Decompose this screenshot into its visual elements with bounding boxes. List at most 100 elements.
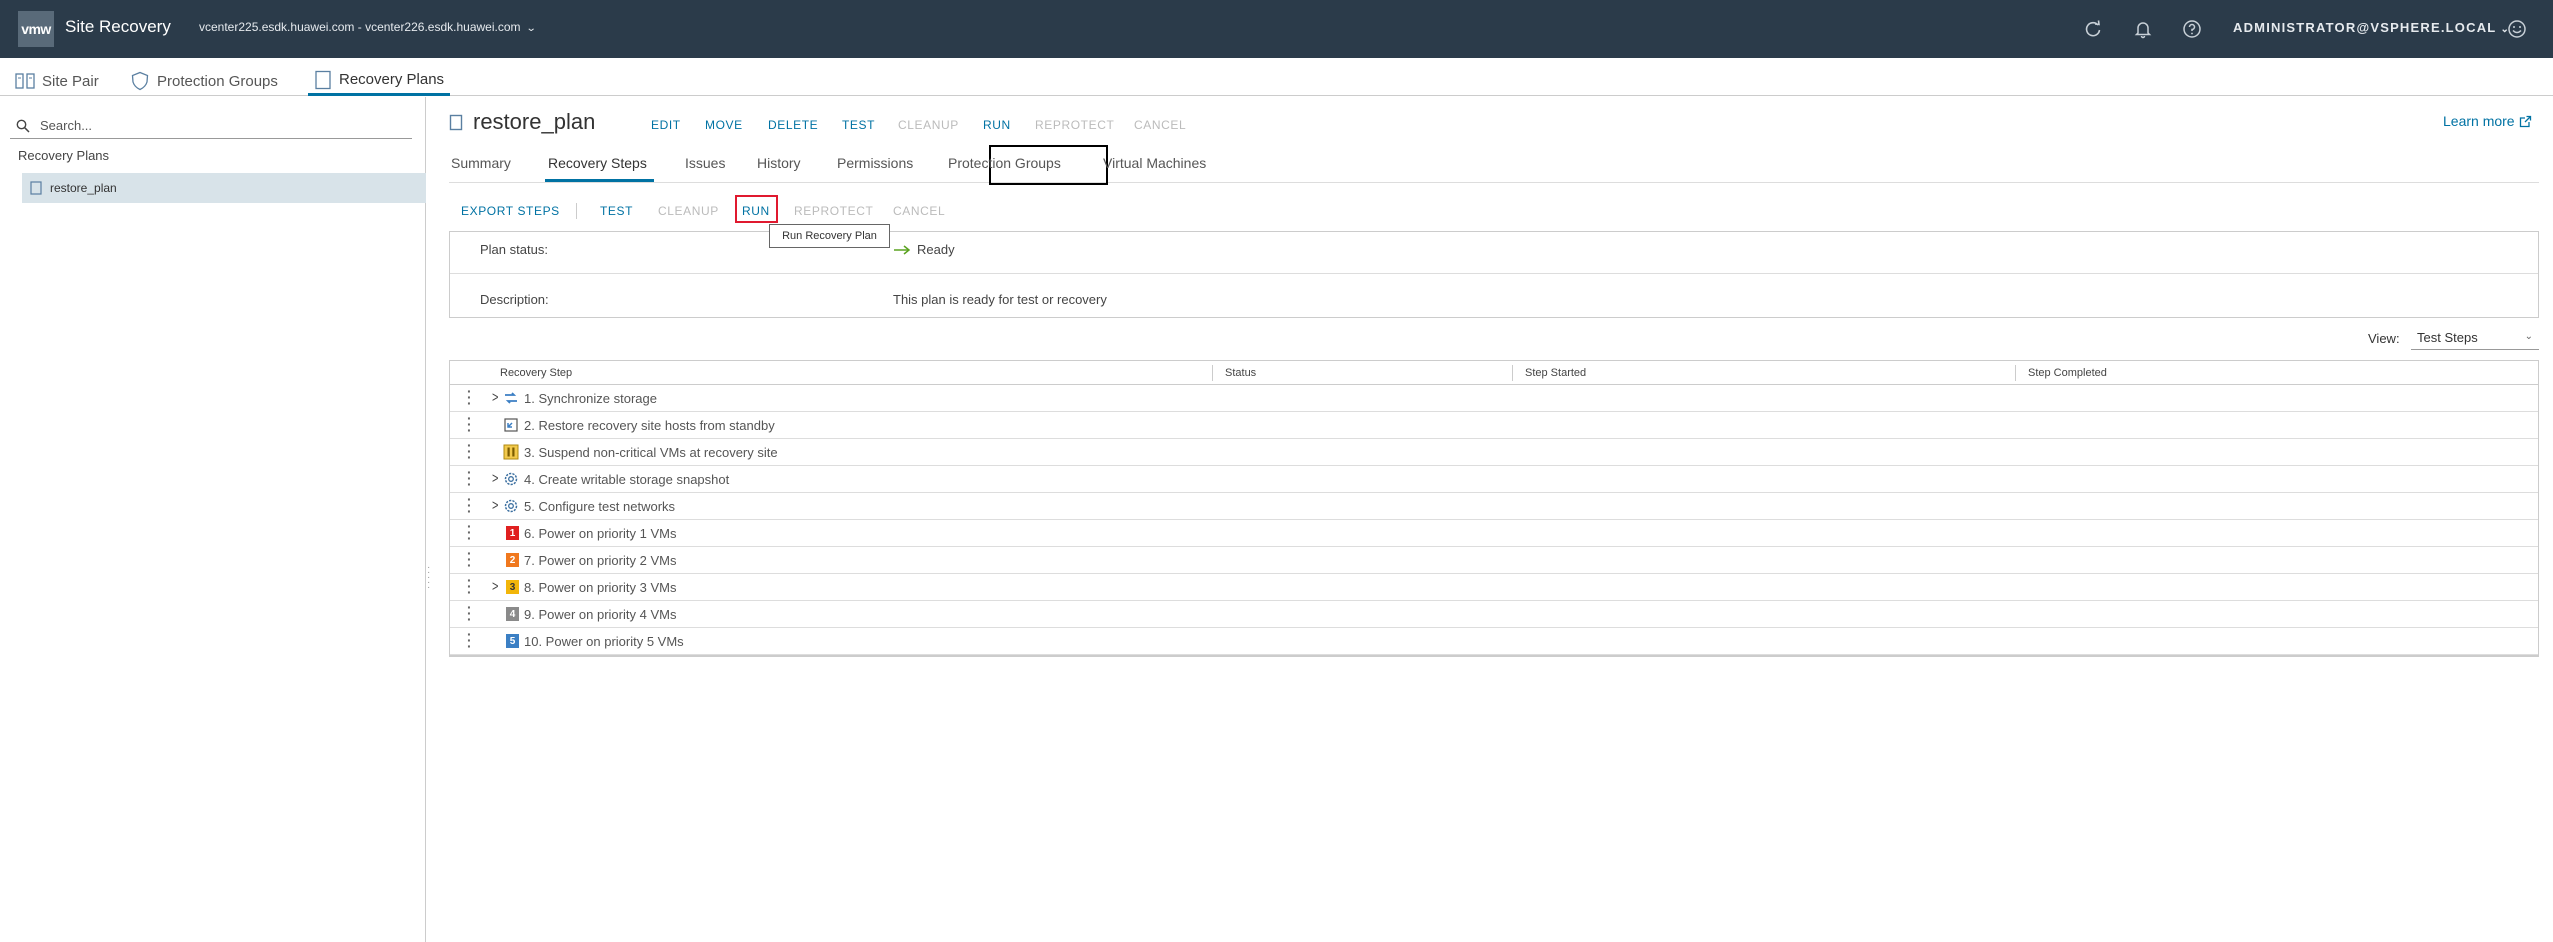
tab-recovery-steps[interactable]: Recovery Steps (548, 155, 647, 171)
description-value: This plan is ready for test or recovery (893, 292, 1107, 307)
table-row[interactable]: · · · 5 10. Power on priority 5 VMs (450, 627, 2538, 655)
priority-5-icon: 5 (506, 634, 519, 648)
row-actions-icon[interactable]: · · · (467, 411, 472, 437)
column-header-step-completed[interactable]: Step Completed (2028, 367, 2107, 379)
search-input[interactable]: Search... (40, 118, 92, 133)
panel-divider (450, 273, 2538, 274)
expand-chevron-icon[interactable]: > (492, 390, 498, 406)
column-header-recovery-step[interactable]: Recovery Step (500, 367, 572, 379)
delete-button[interactable]: DELETE (768, 118, 818, 132)
main-nav: Site Pair Protection Groups Recovery Pla… (0, 58, 2553, 96)
tab-recovery-plans-label: Recovery Plans (339, 71, 445, 88)
table-row[interactable]: · · · 4 9. Power on priority 4 VMs (450, 600, 2538, 628)
tab-site-pair[interactable]: Site Pair (15, 66, 99, 96)
toolbar-cleanup-button[interactable]: CLEANUP (658, 204, 719, 218)
run-tooltip: Run Recovery Plan (769, 224, 890, 248)
bell-icon[interactable] (2131, 17, 2155, 41)
site-pair-selector[interactable]: vcenter225.esdk.huawei.com - vcenter226.… (199, 20, 536, 34)
table-row[interactable]: · · · 2 7. Power on priority 2 VMs (450, 546, 2538, 574)
column-resizer[interactable] (2015, 365, 2016, 381)
tab-recovery-plans[interactable]: Recovery Plans (308, 66, 451, 96)
document-icon (315, 70, 331, 89)
refresh-icon[interactable] (2081, 17, 2105, 41)
expand-chevron-icon[interactable]: > (492, 498, 498, 514)
step-label: 2. Restore recovery site hosts from stan… (524, 418, 775, 433)
pane-resize-handle[interactable]: · · · · · (427, 563, 433, 593)
column-resizer[interactable] (1512, 365, 1513, 381)
step-label: 1. Synchronize storage (524, 391, 657, 406)
recovery-steps-grid: Recovery Step Status Step Started Step C… (449, 360, 2539, 657)
edit-button[interactable]: EDIT (651, 118, 681, 132)
expand-chevron-icon[interactable]: > (492, 471, 498, 487)
tab-virtual-machines[interactable]: Virtual Machines (1103, 155, 1206, 171)
user-name: Administrator@VSPHERE.LOCAL (2233, 20, 2497, 35)
row-actions-icon[interactable]: · · · (467, 573, 472, 599)
table-row[interactable]: · · · > 4. Create writable storage snapsho… (450, 465, 2538, 493)
app-title: Site Recovery (65, 17, 171, 36)
step-label: 8. Power on priority 3 VMs (524, 580, 677, 595)
table-row[interactable]: · · · > 5. Configure test networks (450, 492, 2538, 520)
tab-history[interactable]: History (757, 155, 801, 171)
search-icon (16, 119, 30, 133)
cancel-button[interactable]: CANCEL (1134, 118, 1186, 132)
table-row[interactable]: · · · 1 6. Power on priority 1 VMs (450, 519, 2538, 547)
row-actions-icon[interactable]: · · · (467, 519, 472, 545)
plan-tabs: Summary Recovery Steps Issues History Pe… (449, 145, 2539, 185)
row-actions-icon[interactable]: · · · (467, 438, 472, 464)
sidebar-search[interactable]: Search... (10, 113, 412, 139)
sidebar: Search... Recovery Plans restore_plan (0, 97, 426, 942)
user-menu[interactable]: Administrator@VSPHERE.LOCAL ⌄ (2233, 20, 2510, 35)
test-button[interactable]: TEST (842, 118, 875, 132)
plan-status-label: Plan status: (480, 242, 548, 257)
column-header-status[interactable]: Status (1225, 367, 1256, 379)
toolbar-cancel-button[interactable]: CANCEL (893, 204, 945, 218)
row-actions-icon[interactable]: · · · (467, 627, 472, 653)
tab-protection-groups-sub[interactable]: Protection Groups (948, 155, 1061, 171)
reprotect-button[interactable]: REPROTECT (1035, 118, 1114, 132)
row-actions-icon[interactable]: · · · (467, 600, 472, 626)
table-row[interactable]: · · · > 1. Synchronize storage (450, 384, 2538, 412)
plan-status-value: Ready (893, 242, 955, 257)
tab-protection-groups-label: Protection Groups (157, 72, 278, 90)
toolbar-test-button[interactable]: TEST (600, 204, 633, 218)
view-select[interactable]: Test Steps ⌄ (2411, 326, 2539, 350)
sidebar-item-restore-plan[interactable]: restore_plan (22, 173, 426, 203)
document-icon (449, 114, 463, 130)
table-row[interactable]: · · · > 3 8. Power on priority 3 VMs (450, 573, 2538, 601)
toolbar-divider (576, 203, 577, 219)
sidebar-heading: Recovery Plans (18, 148, 110, 163)
row-actions-icon[interactable]: · · · (467, 492, 472, 518)
tab-site-pair-label: Site Pair (42, 72, 99, 90)
move-button[interactable]: MOVE (705, 118, 743, 132)
help-icon[interactable] (2180, 17, 2204, 41)
page-title: restore_plan (473, 109, 596, 134)
sync-icon (505, 392, 517, 404)
table-row[interactable]: · · · 3. Suspend non-critical VMs at recov… (450, 438, 2538, 466)
run-button[interactable]: RUN (983, 118, 1011, 132)
row-actions-icon[interactable]: · · · (467, 465, 472, 491)
tab-protection-groups[interactable]: Protection Groups (130, 66, 278, 96)
row-actions-icon[interactable]: · · · (467, 546, 472, 572)
row-actions-icon[interactable]: · · · (467, 384, 472, 410)
vmware-logo: vmw (18, 11, 54, 47)
site-pair-label: vcenter225.esdk.huawei.com - vcenter226.… (199, 20, 521, 34)
toolbar-reprotect-button[interactable]: REPROTECT (794, 204, 873, 218)
expand-chevron-icon[interactable]: > (492, 579, 498, 595)
description-label: Description: (480, 292, 549, 307)
priority-1-icon: 1 (506, 526, 519, 540)
export-steps-button[interactable]: EXPORT STEPS (461, 204, 560, 218)
learn-more-link[interactable]: Learn more (2443, 113, 2532, 129)
gear-icon (504, 472, 518, 486)
cleanup-button[interactable]: CLEANUP (898, 118, 959, 132)
table-row[interactable]: · · · 2. Restore recovery site hosts from … (450, 411, 2538, 439)
tab-permissions[interactable]: Permissions (837, 155, 913, 171)
plan-status-panel: Plan status: Ready Description: This pla… (449, 231, 2539, 318)
smiley-feedback-icon[interactable] (2505, 17, 2529, 41)
column-resizer[interactable] (1212, 365, 1213, 381)
tab-issues[interactable]: Issues (685, 155, 725, 171)
suspend-icon (503, 444, 519, 460)
tab-summary[interactable]: Summary (451, 155, 511, 171)
chevron-down-icon: ⌄ (2524, 331, 2533, 342)
column-header-step-started[interactable]: Step Started (1525, 367, 1586, 379)
site-pair-icon (15, 73, 35, 89)
